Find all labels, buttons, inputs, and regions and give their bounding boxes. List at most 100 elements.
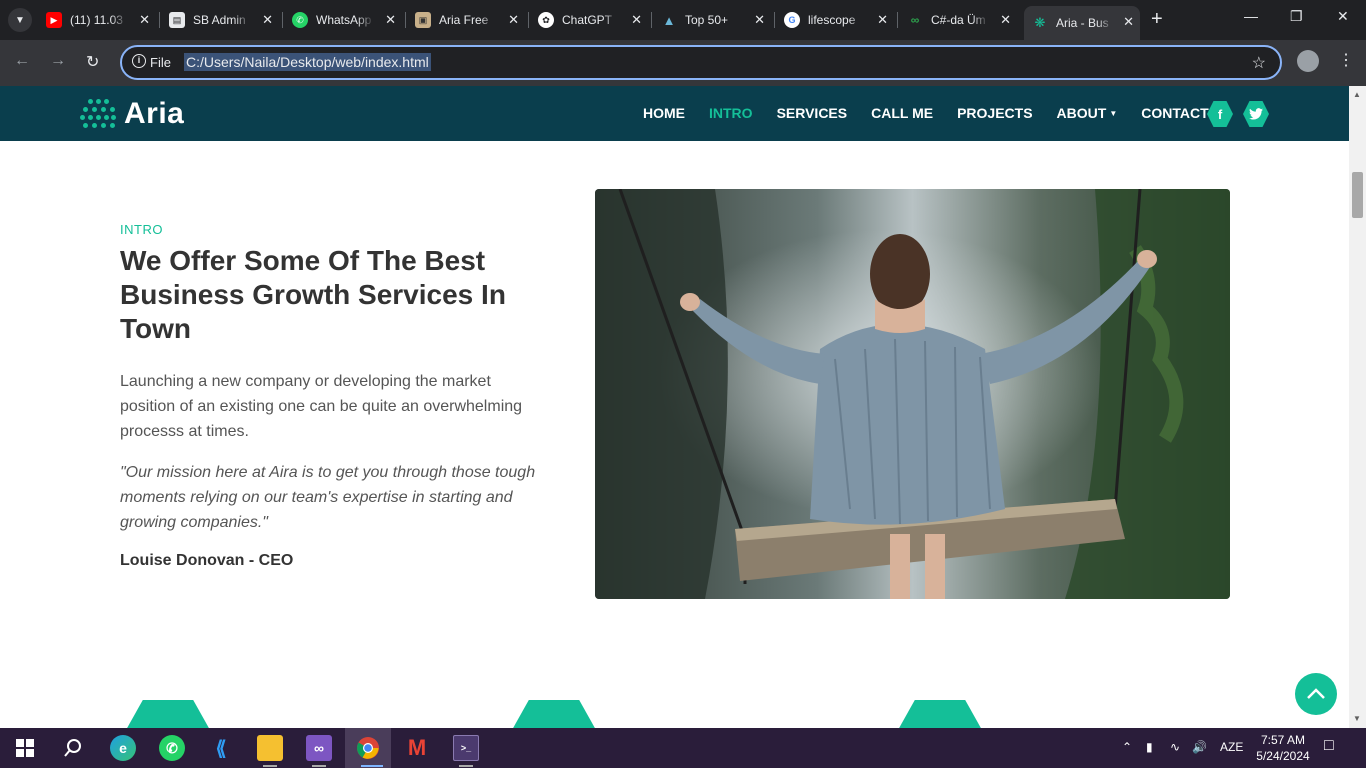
browser-tab-aria-active[interactable]: ❋ Aria - Bus ✕ <box>1024 6 1140 40</box>
nav-home[interactable]: HOME <box>643 105 685 121</box>
site-navbar: Aria HOME INTRO SERVICES CALL ME PROJECT… <box>0 86 1349 141</box>
app-active-indicator <box>361 765 383 767</box>
whatsapp-taskbar-icon[interactable]: ✆ <box>159 735 185 761</box>
nav-intro[interactable]: INTRO <box>709 105 753 121</box>
profile-avatar-icon[interactable] <box>1297 50 1319 72</box>
nav-contact[interactable]: CONTACT <box>1141 105 1208 121</box>
nav-call-me[interactable]: CALL ME <box>871 105 933 121</box>
browser-tab-chatgpt[interactable]: ✿ ChatGPT ✕ <box>538 6 648 34</box>
wifi-icon[interactable]: ∿ <box>1170 740 1180 754</box>
input-language[interactable]: AZE <box>1220 740 1243 754</box>
browser-tab-lifescope[interactable]: G lifescope ✕ <box>784 6 894 34</box>
scroll-up-arrow-icon[interactable]: ▲ <box>1353 90 1361 99</box>
chrome-logo-icon <box>357 737 379 759</box>
windows-start-icon[interactable] <box>12 735 38 761</box>
minimize-icon[interactable]: — <box>1244 8 1258 24</box>
clock-time: 7:57 AM <box>1260 733 1306 747</box>
close-tab-icon[interactable]: ✕ <box>1000 12 1011 28</box>
notifications-icon[interactable]: □ <box>1324 737 1334 755</box>
new-tab-icon[interactable]: + <box>1151 8 1163 31</box>
reload-icon[interactable]: ↻ <box>86 52 99 72</box>
restore-icon[interactable]: ❐ <box>1290 8 1303 25</box>
address-url[interactable]: C:/Users/Naila/Desktop/web/index.html <box>184 53 431 71</box>
close-tab-icon[interactable]: ✕ <box>631 12 642 28</box>
scroll-down-arrow-icon[interactable]: ▼ <box>1353 714 1361 723</box>
system-clock[interactable]: 7:57 AM 5/24/2024 <box>1255 732 1311 764</box>
back-arrow-icon[interactable]: ← <box>14 52 30 70</box>
close-tab-icon[interactable]: ✕ <box>754 12 765 28</box>
caret-down-icon: ▼ <box>1109 108 1118 118</box>
document-icon: ▤ <box>169 12 185 28</box>
scrollbar-thumb[interactable] <box>1352 172 1363 218</box>
gmail-icon[interactable]: M <box>404 735 430 761</box>
chatgpt-icon: ✿ <box>538 12 554 28</box>
service-hexagon-1 <box>126 700 210 728</box>
intro-paragraph: Launching a new company or developing th… <box>120 373 523 440</box>
tab-separator <box>159 12 160 28</box>
browser-tab-sb-admin[interactable]: ▤ SB Admin ✕ <box>169 6 279 34</box>
terminal-icon[interactable]: >_ <box>453 735 479 761</box>
close-tab-icon[interactable]: ✕ <box>262 12 273 28</box>
site-logo[interactable]: Aria <box>80 97 184 131</box>
battery-icon[interactable]: ▮ <box>1146 740 1153 754</box>
browser-menu-icon[interactable]: ⋮ <box>1338 50 1354 70</box>
windows-logo-icon <box>16 739 34 757</box>
section-title: We Offer Some Of The Best Business Growt… <box>120 245 506 344</box>
close-window-icon[interactable]: ✕ <box>1337 8 1349 25</box>
tab-search-dropdown-icon[interactable]: ▼ <box>8 8 32 32</box>
twitter-bird-icon <box>1249 108 1263 120</box>
browser-tab-top-50[interactable]: ▲ Top 50+ ✕ <box>661 6 771 34</box>
google-icon: G <box>784 12 800 28</box>
bookmark-star-icon[interactable]: ☆ <box>1252 53 1266 73</box>
visual-studio-icon[interactable]: ∞ <box>306 735 332 761</box>
quote-author: Louise Donovan - CEO <box>120 552 294 569</box>
forward-arrow-icon[interactable]: → <box>50 52 66 70</box>
browser-toolbar: ← → ↻ i File C:/Users/Naila/Desktop/web/… <box>0 40 1366 86</box>
tab-separator <box>651 12 652 28</box>
file-explorer-icon[interactable] <box>257 735 283 761</box>
nav-projects[interactable]: PROJECTS <box>957 105 1032 121</box>
chevron-up-icon <box>1307 688 1325 699</box>
browser-tab-csharp[interactable]: ∞ C#-da Üm ✕ <box>907 6 1017 34</box>
tab-separator <box>405 12 406 28</box>
facebook-icon[interactable]: f <box>1207 101 1233 127</box>
clock-date: 5/24/2024 <box>1256 749 1310 763</box>
tab-separator <box>774 12 775 28</box>
intro-section: INTRO We Offer Some Of The Best Business… <box>0 141 1349 728</box>
whatsapp-icon: ✆ <box>292 12 308 28</box>
address-bar[interactable]: i File C:/Users/Naila/Desktop/web/index.… <box>120 45 1282 80</box>
nav-about[interactable]: ABOUT <box>1057 105 1107 121</box>
edge-icon[interactable]: e <box>110 735 136 761</box>
close-tab-icon[interactable]: ✕ <box>508 12 519 28</box>
close-tab-icon[interactable]: ✕ <box>877 12 888 28</box>
service-hexagon-2 <box>512 700 596 728</box>
woman-on-swing-image <box>595 189 1230 599</box>
info-icon[interactable]: i <box>132 54 146 68</box>
main-nav: HOME INTRO SERVICES CALL ME PROJECTS ABO… <box>643 105 1209 121</box>
close-tab-icon[interactable]: ✕ <box>1123 14 1134 30</box>
search-icon[interactable] <box>60 735 86 761</box>
back-to-top-button[interactable] <box>1295 673 1337 715</box>
browser-tab-whatsapp[interactable]: ✆ WhatsApp ✕ <box>292 6 402 34</box>
mountain-icon: ▲ <box>662 12 676 28</box>
browser-tab-youtube[interactable]: ▶ (11) 11.03 ✕ <box>46 6 156 34</box>
close-tab-icon[interactable]: ✕ <box>385 12 396 28</box>
nav-about-dropdown[interactable]: ABOUT ▼ <box>1057 105 1118 121</box>
chrome-icon[interactable] <box>355 735 381 761</box>
tab-separator <box>528 12 529 28</box>
nav-services[interactable]: SERVICES <box>777 105 848 121</box>
brand-name: Aria <box>124 97 185 130</box>
tab-separator <box>282 12 283 28</box>
vscode-icon[interactable]: ⟪ <box>208 735 234 761</box>
intro-quote: "Our mission here at Aira is to get you … <box>120 464 536 531</box>
show-hidden-icons-chevron-icon[interactable]: ⌃ <box>1122 740 1132 754</box>
app-open-indicator <box>312 765 326 767</box>
twitter-icon[interactable] <box>1243 101 1269 127</box>
windows-taskbar: e ✆ ⟪ ∞ M >_ ⌃ ▮ ∿ 🔊 AZE 7:57 AM 5/24/20… <box>0 728 1366 768</box>
browser-tab-aria-free[interactable]: ▣ Aria Free ✕ <box>415 6 525 34</box>
app-open-indicator <box>263 765 277 767</box>
section-label: INTRO <box>120 222 163 237</box>
volume-icon[interactable]: 🔊 <box>1192 740 1207 754</box>
page-scrollbar[interactable]: ▲ ▼ <box>1349 86 1366 728</box>
close-tab-icon[interactable]: ✕ <box>139 12 150 28</box>
